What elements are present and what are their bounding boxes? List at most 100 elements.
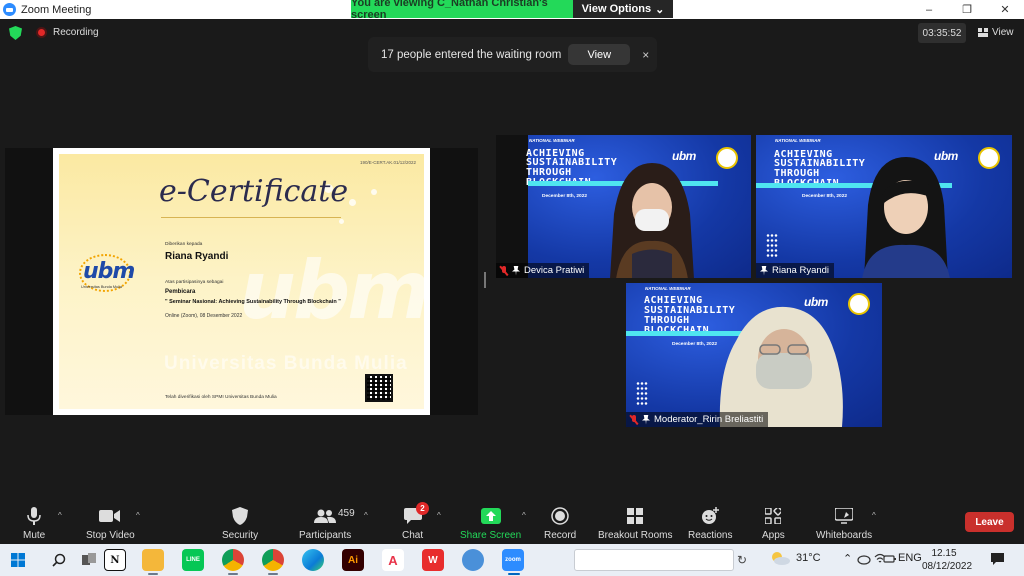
video-tile-riana[interactable]: NATIONAL WEBINAR ACHIEVING SUSTAINABILIT…: [756, 135, 1012, 278]
globe-app-icon[interactable]: [462, 549, 484, 571]
weather-cloud-sun-icon: [772, 552, 790, 565]
certificate-number: 190/E-CERT.AK.01/12/2022: [360, 160, 416, 165]
screen-share-banner: You are viewing C_Nathan Christian's scr…: [351, 0, 673, 21]
decor-dots: [766, 233, 778, 257]
clock-date: 08/12/2022: [922, 561, 973, 572]
maximize-button[interactable]: ❐: [948, 0, 986, 19]
webinar-tag: NATIONAL WEBINAR: [775, 138, 821, 143]
waiting-room-notification: 17 people entered the waiting room View …: [368, 37, 657, 72]
whiteboards-label: Whiteboards: [816, 530, 873, 541]
stop-video-button[interactable]: Stop Video: [86, 502, 135, 541]
whiteboards-button[interactable]: Whiteboards: [816, 502, 872, 541]
mic-muted-icon: [630, 414, 638, 425]
certificate-role: Pembicara: [165, 289, 196, 295]
tray-chevron-icon[interactable]: ⌃: [843, 552, 852, 565]
share-screen-button[interactable]: Share Screen: [460, 502, 521, 541]
cloud-sync-icon[interactable]: [857, 553, 871, 565]
leave-button[interactable]: Leave: [965, 512, 1014, 532]
participant-nameplate: Riana Ryandi: [756, 263, 835, 278]
window-controls: – ❐ ✕: [910, 0, 1024, 19]
system-clock[interactable]: 12.15 08/12/2022: [922, 547, 973, 573]
view-label: View: [992, 27, 1014, 38]
certificate-theme: " Seminar Nasional: Achieving Sustainabi…: [165, 299, 341, 305]
reactions-label: Reactions: [688, 530, 733, 541]
address-bar-input[interactable]: [574, 549, 734, 571]
recording-label[interactable]: Recording: [53, 27, 99, 38]
video-tile-moderator[interactable]: NATIONAL WEBINAR ACHIEVING SUSTAINABILIT…: [626, 283, 882, 427]
webinar-headline-3: THROUGH: [774, 168, 820, 179]
acrobat-icon[interactable]: A: [382, 549, 404, 571]
notion-icon[interactable]: N: [104, 549, 126, 571]
participant-nameplate: Moderator_Ririn Breliastiti: [626, 412, 769, 427]
temperature-label: 31°C: [796, 552, 821, 564]
language-indicator[interactable]: ENG: [898, 552, 922, 564]
mute-button[interactable]: Mute: [23, 502, 45, 541]
video-tile-devica[interactable]: NATIONAL WEBINAR ACHIEVING SUSTAINABILIT…: [496, 135, 751, 278]
zoom-taskbar-icon[interactable]: zoom: [502, 549, 524, 571]
notification-icon[interactable]: [991, 553, 1004, 565]
battery-icon[interactable]: [883, 553, 897, 565]
file-explorer-icon[interactable]: [142, 549, 164, 571]
webinar-date: December 8th, 2022: [542, 194, 588, 199]
resize-handle[interactable]: [484, 272, 486, 288]
chat-caret-icon[interactable]: ^: [437, 511, 441, 520]
task-view-icon[interactable]: [82, 553, 96, 567]
share-screen-label: Share Screen: [460, 530, 522, 541]
pin-icon: [512, 265, 520, 276]
search-icon[interactable]: [52, 553, 66, 567]
certificate-title: e-Certificate: [159, 174, 349, 209]
edge-icon[interactable]: [302, 549, 324, 571]
record-button[interactable]: Record: [544, 502, 576, 541]
participants-count: 459: [338, 508, 355, 519]
certificate-given-to: Diberikan kepada: [165, 242, 203, 247]
participant-nameplate: Devica Pratiwi: [496, 263, 590, 278]
weather-widget[interactable]: 31°C: [770, 551, 821, 565]
waiting-room-view-button[interactable]: View: [568, 44, 631, 65]
mute-label: Mute: [23, 530, 46, 541]
minimize-button[interactable]: –: [910, 0, 948, 19]
qr-code: [365, 374, 393, 402]
close-button[interactable]: ✕: [986, 0, 1024, 19]
breakout-rooms-button[interactable]: Breakout Rooms: [598, 502, 672, 541]
video-camera-icon: [99, 510, 121, 522]
share-caret-icon[interactable]: ^: [522, 511, 526, 520]
refresh-icon[interactable]: ↻: [737, 553, 747, 567]
microphone-icon: [27, 507, 41, 525]
whiteboard-icon: [835, 508, 854, 524]
participant-name: Moderator_Ririn Breliastiti: [654, 414, 764, 425]
windows-start-icon[interactable]: [11, 553, 25, 567]
participant-video-moderator: [719, 306, 843, 427]
close-icon[interactable]: ×: [642, 48, 649, 62]
certificate-watermark-text: Universitas Bunda Mulia: [164, 353, 408, 374]
hmj-badge-icon: [978, 147, 1000, 169]
illustrator-icon[interactable]: Ai: [342, 549, 364, 571]
encryption-shield-icon[interactable]: [9, 26, 22, 40]
view-options-button[interactable]: View Options ⌄: [573, 0, 673, 18]
security-label: Security: [222, 530, 259, 541]
participant-name: Devica Pratiwi: [524, 265, 585, 276]
apps-button[interactable]: Apps: [762, 502, 785, 541]
certificate-divider: [161, 217, 341, 218]
chrome-profile-icon[interactable]: [262, 549, 284, 571]
mic-muted-icon: [500, 265, 508, 276]
active-app-indicator: [148, 573, 158, 575]
webinar-headline-3: THROUGH: [644, 315, 690, 326]
reactions-button[interactable]: Reactions: [688, 502, 732, 541]
wps-office-icon[interactable]: W: [422, 549, 444, 571]
pin-icon: [760, 265, 768, 276]
audio-options-caret-icon[interactable]: ^: [58, 511, 62, 520]
ubm-logo-subtitle: Universitas Bunda Mulia: [81, 285, 122, 289]
apps-label: Apps: [762, 530, 785, 541]
participants-label: Participants: [299, 530, 352, 541]
shield-icon: [232, 507, 249, 525]
waiting-room-message: 17 people entered the waiting room: [381, 48, 562, 61]
view-menu-button[interactable]: View: [978, 27, 1014, 38]
chrome-icon[interactable]: [222, 549, 244, 571]
smiley-plus-icon: [702, 507, 720, 524]
whiteboards-caret-icon[interactable]: ^: [872, 511, 876, 520]
participants-caret-icon[interactable]: ^: [364, 511, 368, 520]
video-options-caret-icon[interactable]: ^: [136, 511, 140, 520]
security-button[interactable]: Security: [222, 502, 258, 541]
window-title: Zoom Meeting: [21, 3, 92, 16]
line-icon[interactable]: LINE: [182, 549, 204, 571]
